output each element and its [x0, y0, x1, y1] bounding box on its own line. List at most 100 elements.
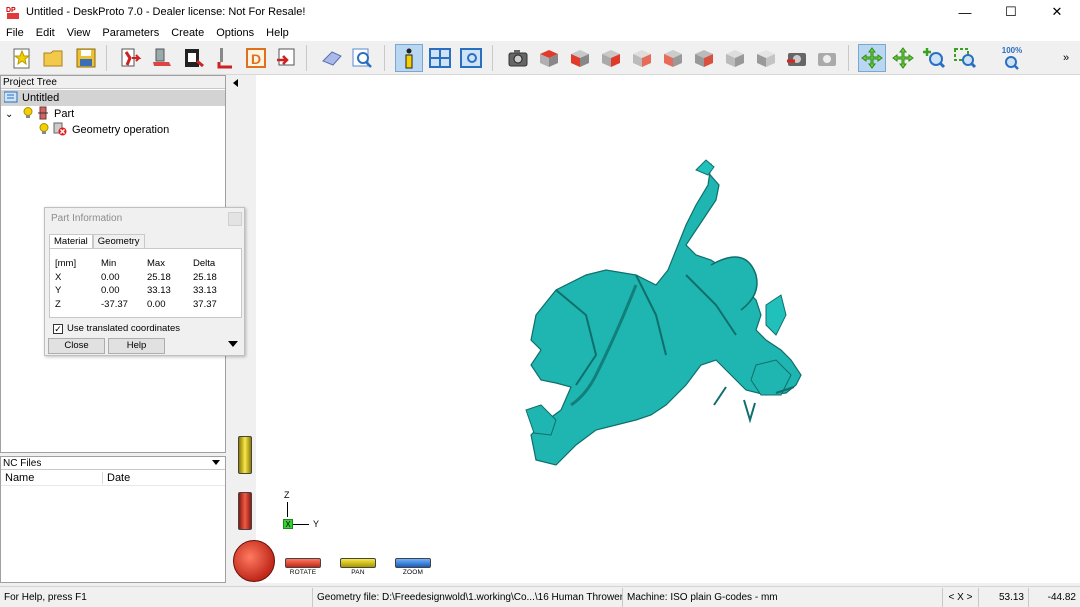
machine-parameters-icon[interactable] — [180, 44, 208, 72]
top-view-cube-icon[interactable] — [535, 44, 563, 72]
translated-coordinates-checkbox[interactable]: ✓ — [53, 323, 63, 334]
tree-item-geometry-operation[interactable]: Geometry operation — [35, 122, 169, 138]
toolbar-overflow-button[interactable]: » — [1058, 44, 1074, 72]
status-coord-1: 53.13 — [978, 587, 1028, 607]
nc-files-header[interactable]: NC Files — [1, 457, 225, 470]
back-view-cube-icon[interactable] — [628, 44, 656, 72]
max-cell: 33.13 — [147, 285, 171, 297]
rotate-mode-indicator[interactable]: ROTATE — [283, 558, 323, 576]
dropdown-arrow-icon[interactable] — [212, 460, 220, 465]
front-view-cube-icon[interactable] — [566, 44, 594, 72]
status-bar: For Help, press F1 Geometry file: D:\Fre… — [0, 586, 1080, 607]
lightbulb-icon[interactable] — [39, 122, 49, 138]
status-geometry-file: Geometry file: D:\Freedesignwold\1.worki… — [312, 587, 622, 607]
deskproto-app-icon[interactable]: DP — [6, 4, 20, 20]
table-row: Z -37.37 0.00 37.37 — [55, 298, 239, 312]
expand-arrow-icon[interactable] — [228, 341, 238, 347]
pan-label: PAN — [351, 569, 365, 576]
menu-edit[interactable]: Edit — [30, 27, 61, 39]
close-window-button[interactable]: ✕ — [1034, 0, 1080, 24]
dialog-body: [mm] Min Max Delta X 0.00 25.18 25.18 Y … — [49, 248, 242, 318]
minimize-button[interactable]: — — [942, 0, 988, 24]
tool-parameters-icon[interactable] — [212, 44, 240, 72]
operation-parameters-icon[interactable] — [148, 44, 176, 72]
close-button[interactable]: Close — [48, 338, 105, 354]
zoom-mode-indicator[interactable]: ZOOM — [393, 558, 433, 576]
svg-text:DP: DP — [6, 7, 16, 14]
left-view-cube-icon[interactable] — [659, 44, 687, 72]
rotate-mode-icon[interactable] — [858, 44, 886, 72]
tab-material[interactable]: Material — [49, 234, 93, 248]
rotate-label: ROTATE — [289, 569, 317, 576]
bottom-view-cube-icon[interactable] — [690, 44, 718, 72]
red-mode-indicator[interactable] — [238, 492, 252, 530]
pan-mode-indicator[interactable]: PAN — [338, 558, 378, 576]
delta-cell: 37.37 — [193, 298, 217, 310]
project-tree-header: Project Tree — [1, 76, 225, 89]
column-date[interactable]: Date — [103, 472, 130, 484]
axis-z-line — [287, 502, 288, 517]
zoom-100-label: 100% — [1001, 45, 1023, 55]
eraser-icon[interactable] — [318, 44, 346, 72]
previous-view-icon[interactable] — [783, 44, 811, 72]
table-row: X 0.00 25.18 25.18 — [55, 271, 239, 285]
status-help: For Help, press F1 — [4, 591, 87, 603]
export-nc-icon[interactable] — [272, 44, 300, 72]
max-cell: 25.18 — [147, 271, 171, 283]
iso-view-cube-icon[interactable] — [721, 44, 749, 72]
translated-coordinates-option[interactable]: ✓ Use translated coordinates — [53, 323, 180, 334]
menu-view[interactable]: View — [61, 27, 97, 39]
camera-view-icon[interactable] — [504, 44, 532, 72]
tree-item-label: Untitled — [22, 92, 60, 104]
create-nc-icon[interactable]: D — [242, 44, 270, 72]
header-max: Max — [147, 258, 165, 270]
zoom-bar — [395, 558, 431, 568]
rotate-dial[interactable] — [233, 540, 275, 582]
tree-item-untitled[interactable]: Untitled — [1, 90, 225, 106]
tree-item-part[interactable]: ⌄ Part — [5, 106, 74, 122]
zoom-100-icon[interactable]: 100% — [998, 44, 1026, 72]
collapse-left-icon[interactable] — [233, 79, 238, 87]
part-parameters-icon[interactable] — [116, 44, 144, 72]
zoom-mode-icon[interactable] — [920, 44, 948, 72]
new-project-icon[interactable] — [8, 44, 36, 72]
save-disk-icon[interactable] — [72, 44, 100, 72]
window-zoom-icon[interactable] — [457, 44, 485, 72]
open-folder-icon[interactable] — [40, 44, 68, 72]
tab-geometry[interactable]: Geometry — [92, 234, 145, 248]
info-icon[interactable] — [395, 44, 423, 72]
3d-viewport[interactable]: Z X Y — [256, 75, 1080, 583]
nc-files-columns: Name Date — [1, 470, 225, 486]
min-cell: 0.00 — [101, 271, 120, 283]
help-button[interactable]: Help — [108, 338, 165, 354]
dimensions-table: [mm] Min Max Delta X 0.00 25.18 25.18 Y … — [55, 257, 239, 311]
dialog-close-box[interactable] — [228, 212, 242, 226]
axis-y-label: Y — [313, 519, 320, 529]
chevron-down-icon[interactable]: ⌄ — [5, 109, 19, 120]
header-unit: [mm] — [55, 258, 77, 270]
axis-x-box: X — [283, 519, 293, 529]
menu-options[interactable]: Options — [210, 27, 260, 39]
part-model[interactable] — [256, 75, 1080, 583]
menu-file[interactable]: File — [0, 27, 30, 39]
table-row: Y 0.00 33.13 33.13 — [55, 284, 239, 298]
window-title: Untitled - DeskProto 7.0 - Dealer licens… — [26, 6, 306, 18]
zoom-window-icon[interactable] — [951, 44, 979, 72]
delta-cell: 25.18 — [193, 271, 217, 283]
menu-parameters[interactable]: Parameters — [96, 27, 165, 39]
next-view-icon[interactable] — [813, 44, 841, 72]
maximize-button[interactable]: ☐ — [988, 0, 1034, 24]
menu-create[interactable]: Create — [165, 27, 210, 39]
part-information-dialog: Part Information Material Geometry [mm] … — [44, 207, 245, 356]
menu-help[interactable]: Help — [260, 27, 295, 39]
inspect-magnifier-icon[interactable] — [348, 44, 376, 72]
right-view-cube-icon[interactable] — [597, 44, 625, 72]
viewports-icon[interactable] — [426, 44, 454, 72]
column-name[interactable]: Name — [1, 471, 103, 484]
toolbar: D 100% » — [0, 41, 1080, 75]
grey-view-cube-icon[interactable] — [752, 44, 780, 72]
lightbulb-icon[interactable] — [23, 106, 33, 122]
yellow-mode-indicator[interactable] — [238, 436, 252, 474]
pan-mode-icon[interactable] — [889, 44, 917, 72]
max-cell: 0.00 — [147, 298, 166, 310]
